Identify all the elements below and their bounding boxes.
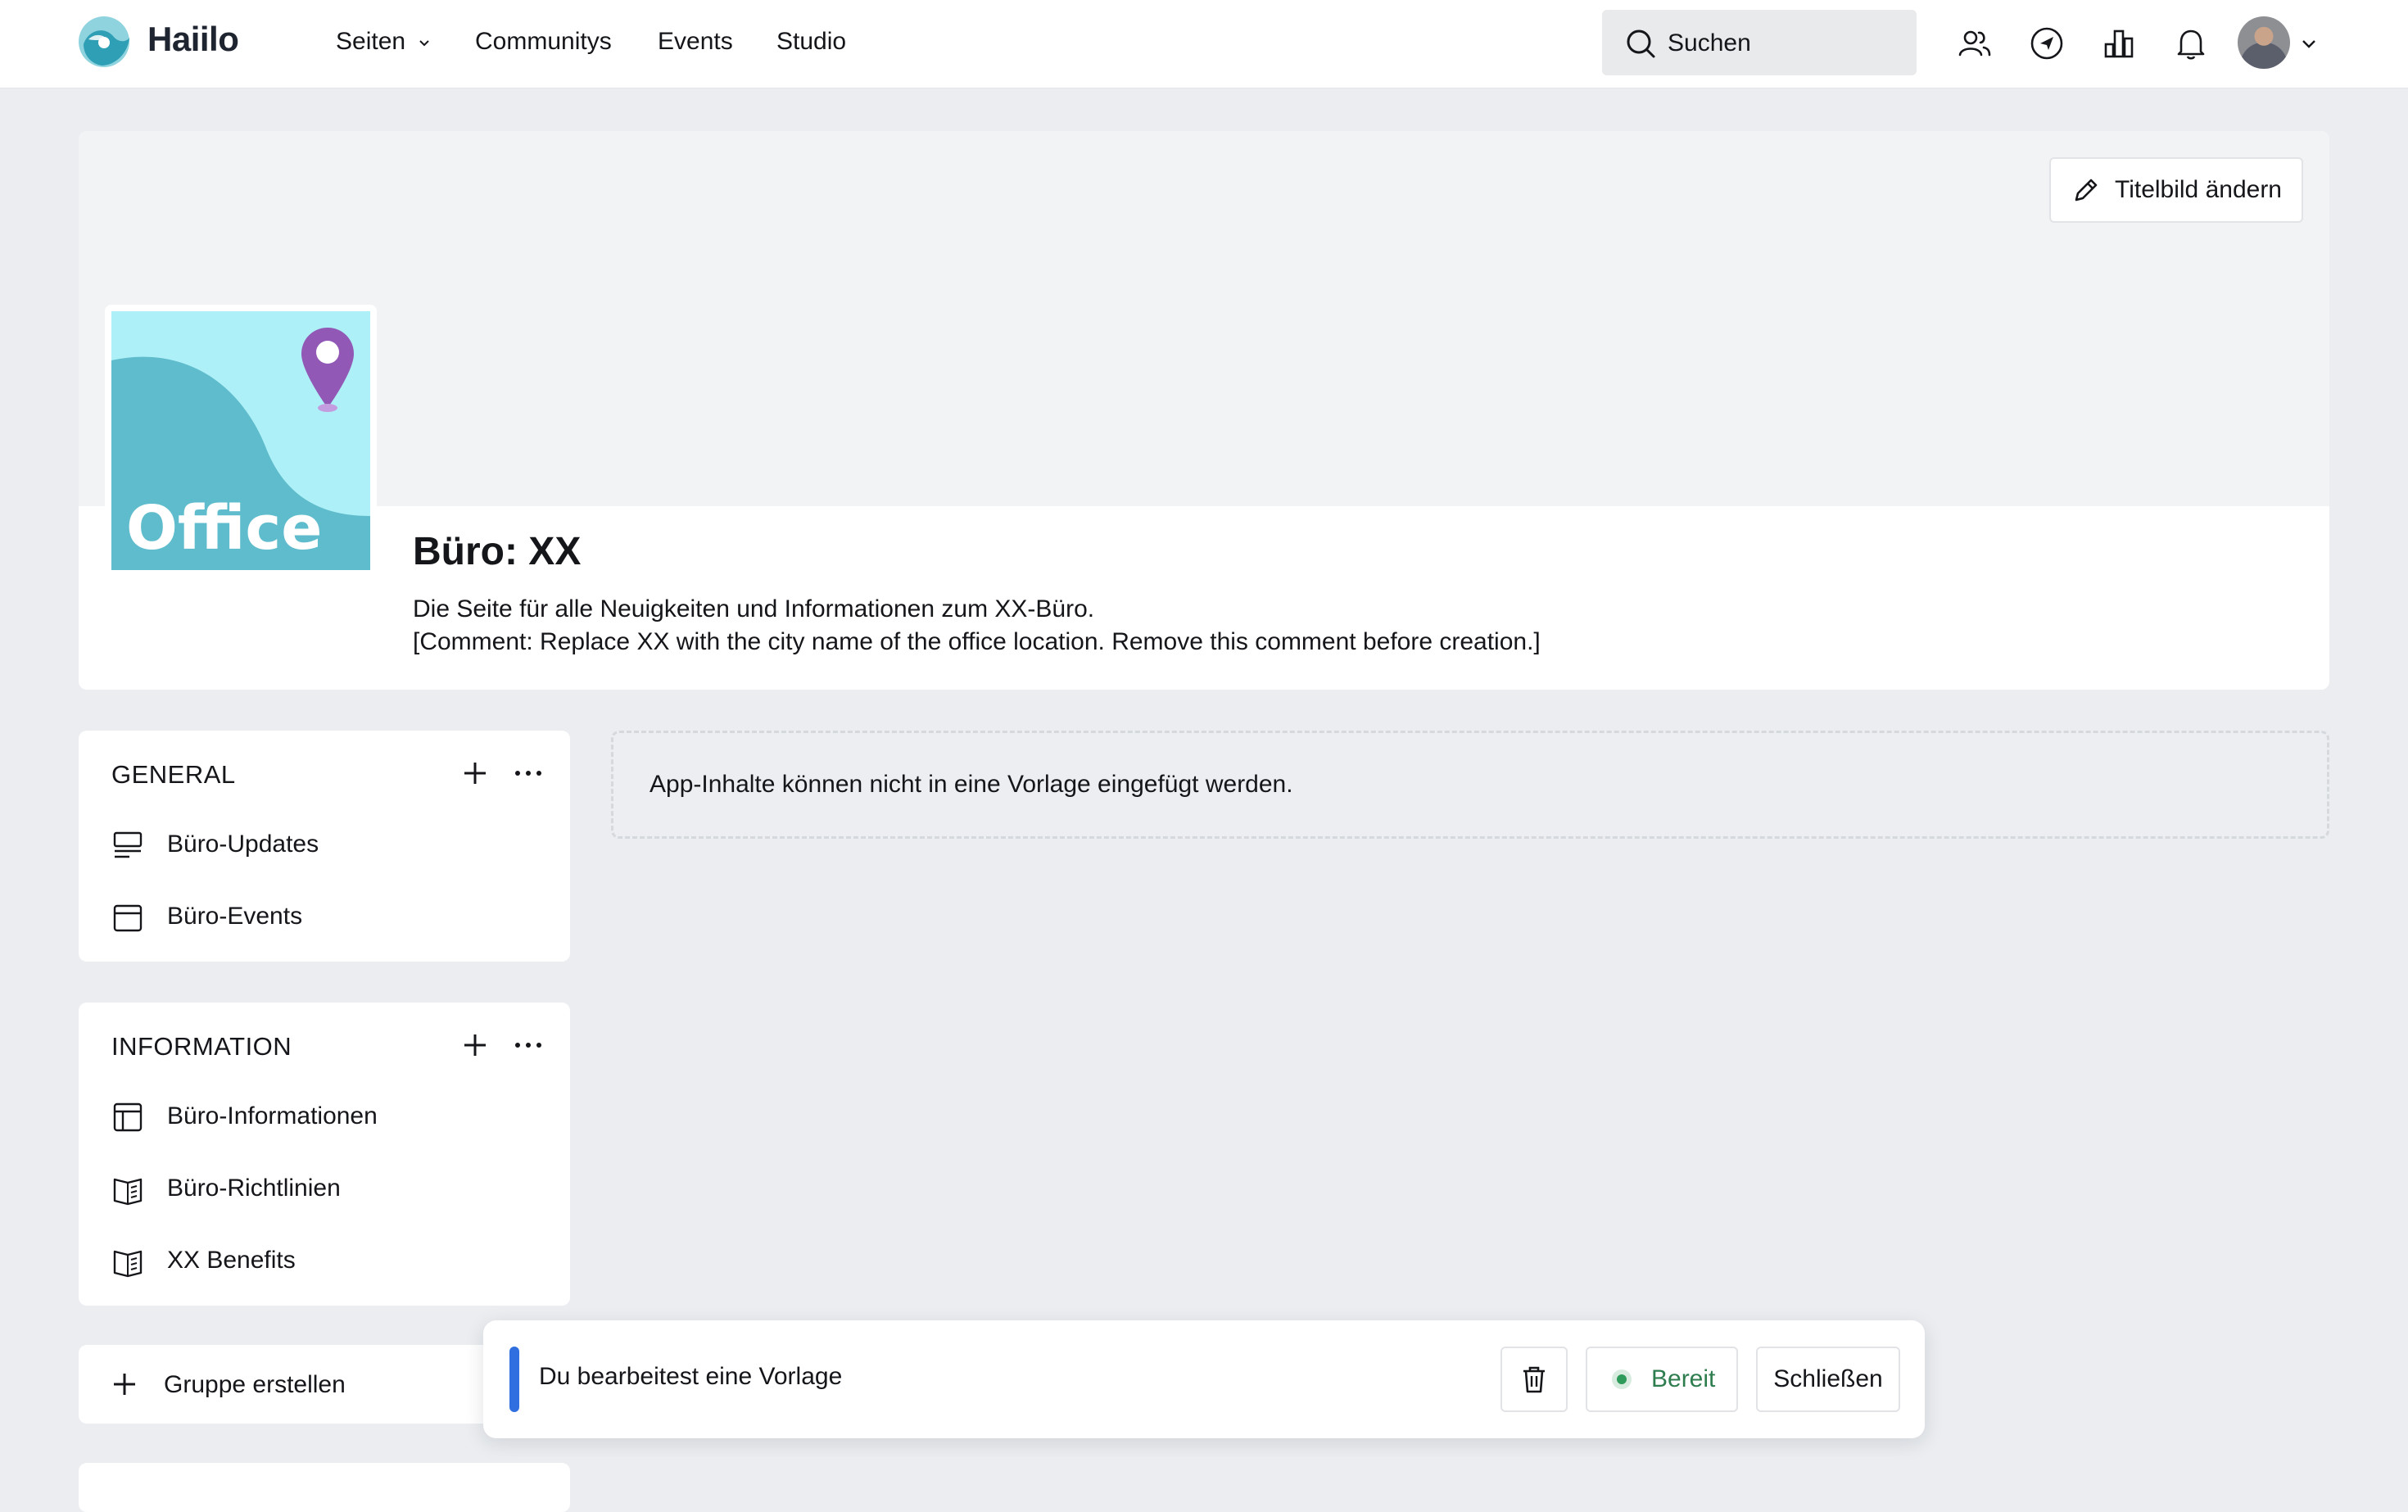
group-general: GENERAL Büro-Updates Büro-Events — [79, 731, 570, 962]
nav-item-communitys[interactable]: Communitys — [475, 28, 612, 56]
sidebar-item-label: XX Benefits — [167, 1247, 296, 1274]
sidebar-item-label: Büro-Informationen — [167, 1102, 378, 1129]
change-cover-button[interactable]: Titelbild ändern — [2048, 157, 2303, 223]
page-header: Titelbild ändern Office Büro: XX Die Sei… — [79, 131, 2329, 690]
plus-icon — [114, 1374, 135, 1395]
template-status-text: Du bearbeitest eine Vorlage — [539, 1363, 843, 1390]
office-logo-image: Office — [111, 311, 370, 570]
chevron-down-icon — [419, 40, 430, 47]
chevron-down-icon[interactable] — [2298, 33, 2320, 54]
add-icon[interactable] — [460, 1030, 490, 1060]
sidebar-item-buero-informationen[interactable]: Büro-Informationen — [111, 1091, 537, 1140]
group-card-partial — [79, 1463, 570, 1512]
nav-item-seiten[interactable]: Seiten — [336, 28, 432, 56]
add-icon[interactable] — [460, 758, 490, 788]
search-placeholder: Suchen — [1668, 29, 1751, 57]
pencil-icon — [2075, 179, 2098, 201]
people-icon[interactable] — [1956, 25, 1994, 62]
logo-text: Office — [126, 493, 323, 564]
group-title: GENERAL — [111, 760, 236, 789]
chart-icon[interactable] — [2100, 25, 2138, 62]
search-field[interactable]: Suchen — [1602, 10, 1917, 75]
group-title: INFORMATION — [111, 1032, 292, 1061]
more-options-icon[interactable] — [513, 758, 544, 788]
description-comment: [Comment: Replace XX with the city name … — [413, 628, 1541, 655]
status-dot-icon — [1612, 1369, 1632, 1389]
description-line: Die Seite für alle Neuigkeiten und Infor… — [413, 595, 1095, 622]
delete-button[interactable] — [1500, 1347, 1568, 1412]
cover-image: Titelbild ändern — [79, 131, 2329, 506]
brand-name[interactable]: Haiilo — [147, 20, 239, 59]
page-title: Büro: XX — [413, 530, 582, 573]
sidebar-item-buero-events[interactable]: Büro-Events — [111, 891, 537, 940]
nav-item-studio[interactable]: Studio — [776, 28, 846, 56]
notice-text: App-Inhalte können nicht in eine Vorlage… — [650, 771, 1293, 798]
change-cover-label: Titelbild ändern — [2114, 176, 2282, 203]
nav-item-events[interactable]: Events — [658, 28, 733, 56]
template-edit-bar: Du bearbeitest eine Vorlage Bereit Schli… — [483, 1320, 1925, 1438]
top-navigation: Haiilo Seiten Communitys Events Studio S… — [0, 0, 2408, 88]
sidebar-item-buero-richtlinien[interactable]: Büro-Richtlinien — [111, 1163, 537, 1212]
layout-icon — [113, 1102, 143, 1132]
create-group-label: Gruppe erstellen — [164, 1371, 346, 1398]
page-logo[interactable]: Office — [105, 305, 377, 577]
search-icon — [1627, 29, 1655, 58]
accent-stripe — [509, 1347, 519, 1412]
ready-status-button[interactable]: Bereit — [1586, 1347, 1738, 1412]
compass-icon[interactable] — [2028, 25, 2066, 62]
sidebar-item-label: Büro-Events — [167, 903, 303, 930]
user-avatar[interactable] — [2238, 16, 2290, 69]
sidebar-item-buero-updates[interactable]: Büro-Updates — [111, 819, 537, 868]
sidebar-item-xx-benefits[interactable]: XX Benefits — [111, 1235, 537, 1284]
app-content-notice: App-Inhalte können nicht in eine Vorlage… — [611, 731, 2329, 839]
nav-item-label: Seiten — [336, 28, 406, 55]
group-information: INFORMATION Büro-Informationen Büro-Rich… — [79, 1003, 570, 1306]
news-icon — [113, 831, 143, 858]
trash-icon — [1523, 1366, 1545, 1393]
book-icon — [113, 1178, 143, 1206]
close-button[interactable]: Schließen — [1756, 1347, 1900, 1412]
more-options-icon[interactable] — [513, 1030, 544, 1060]
ready-label: Bereit — [1651, 1365, 1716, 1392]
bell-icon[interactable] — [2172, 25, 2210, 62]
page-description: Die Seite für alle Neuigkeiten und Infor… — [413, 593, 1541, 659]
sidebar-item-label: Büro-Richtlinien — [167, 1175, 341, 1202]
sidebar-item-label: Büro-Updates — [167, 831, 319, 858]
haiilo-logo-icon[interactable] — [77, 15, 131, 69]
calendar-icon — [113, 904, 143, 932]
book-icon — [113, 1250, 143, 1278]
